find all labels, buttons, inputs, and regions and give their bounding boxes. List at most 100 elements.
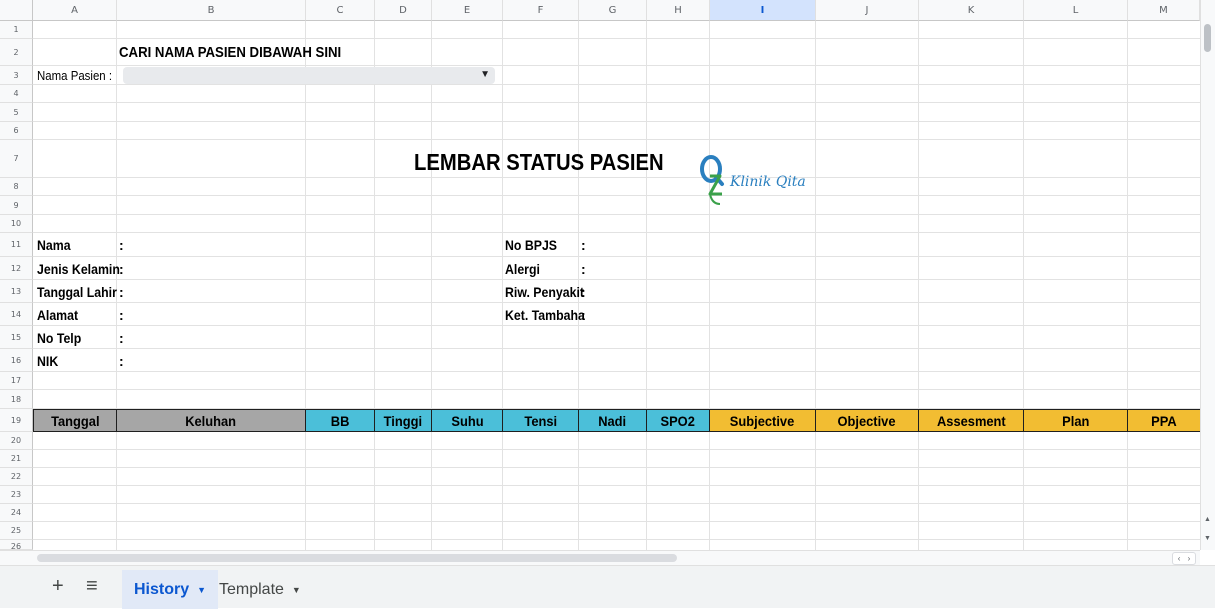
table-header-objective[interactable]: Objective (815, 409, 919, 432)
chevron-down-icon[interactable]: ▼ (292, 585, 301, 595)
table-header-spo2[interactable]: SPO2 (646, 409, 710, 432)
column-header-c[interactable]: C (306, 0, 375, 21)
row-header-9[interactable]: 9 (0, 196, 33, 215)
field-colon: : (581, 237, 586, 253)
row-header-8[interactable]: 8 (0, 178, 33, 196)
table-header-suhu[interactable]: Suhu (431, 409, 503, 432)
grid-line (502, 21, 503, 550)
grid-line (1023, 21, 1024, 550)
row-header-3[interactable]: 3 (0, 66, 33, 85)
column-header-a[interactable]: A (33, 0, 117, 21)
clinic-logo: Klinik Qita (698, 152, 808, 210)
table-header-tinggi[interactable]: Tinggi (374, 409, 432, 432)
row-header-19[interactable]: 19 (0, 409, 33, 432)
row-header-2[interactable]: 2 (0, 39, 33, 66)
select-all-corner[interactable] (0, 0, 33, 21)
row-header-15[interactable]: 15 (0, 326, 33, 349)
row-header-10[interactable]: 10 (0, 215, 33, 233)
table-header-label: BB (330, 412, 350, 429)
vertical-scrollbar[interactable]: ▲ ▼ (1200, 0, 1215, 550)
scroll-left-icon[interactable]: ‹ (1178, 554, 1181, 563)
row-header-1[interactable]: 1 (0, 21, 33, 39)
search-heading: CARI NAMA PASIEN DIBAWAH SINI (119, 44, 342, 61)
row-header-12[interactable]: 12 (0, 257, 33, 280)
row-header-6[interactable]: 6 (0, 122, 33, 140)
scroll-down-icon[interactable]: ▼ (1204, 535, 1211, 542)
row-header-23[interactable]: 23 (0, 486, 33, 504)
horizontal-scroll-thumb[interactable] (37, 554, 677, 562)
table-header-label: Plan (1061, 412, 1090, 429)
field-colon: : (119, 284, 124, 300)
row-header-22[interactable]: 22 (0, 468, 33, 486)
table-header-subjective[interactable]: Subjective (709, 409, 816, 432)
horizontal-scrollbar[interactable]: ‹ › (33, 550, 1200, 565)
grid-line (33, 139, 1200, 140)
column-header-l[interactable]: L (1024, 0, 1128, 21)
row-header-26[interactable]: 26 (0, 540, 33, 550)
patient-name-dropdown[interactable]: ▼ (123, 67, 495, 84)
tab-history[interactable]: History ▼ (122, 570, 219, 609)
scroll-right-icon[interactable]: › (1188, 554, 1191, 563)
row-header-14[interactable]: 14 (0, 303, 33, 326)
tab-label: History (134, 580, 190, 598)
table-header-label: Assesment (936, 412, 1006, 429)
grid-line (33, 177, 1200, 178)
table-header-ppa[interactable]: PPA (1127, 409, 1200, 432)
row-header-16[interactable]: 16 (0, 349, 33, 372)
field-colon: : (119, 307, 124, 323)
column-header-j[interactable]: J (816, 0, 919, 21)
field-label-no-telp: No Telp (37, 330, 82, 346)
table-header-assesment[interactable]: Assesment (918, 409, 1024, 432)
table-header-label: Suhu (450, 412, 484, 429)
row-header-25[interactable]: 25 (0, 522, 33, 540)
row-header-13[interactable]: 13 (0, 280, 33, 303)
chevron-down-icon[interactable]: ▼ (197, 585, 206, 595)
table-header-bb[interactable]: BB (305, 409, 375, 432)
clinic-logo-icon: Klinik Qita (700, 155, 806, 205)
field-colon: : (119, 261, 124, 277)
column-header-i[interactable]: I (710, 0, 816, 21)
column-header-m[interactable]: M (1128, 0, 1200, 21)
grid-line (33, 121, 1200, 122)
column-header-f[interactable]: F (503, 0, 579, 21)
grid-line (33, 279, 1200, 280)
column-header-g[interactable]: G (579, 0, 647, 21)
row-header-7[interactable]: 7 (0, 140, 33, 178)
vertical-scroll-thumb[interactable] (1204, 24, 1211, 52)
field-colon: : (119, 237, 124, 253)
table-header-label: Keluhan (185, 412, 237, 429)
column-header-k[interactable]: K (919, 0, 1024, 21)
column-header-h[interactable]: H (647, 0, 710, 21)
column-header-e[interactable]: E (432, 0, 503, 21)
row-header-5[interactable]: 5 (0, 103, 33, 122)
grid-line (33, 256, 1200, 257)
row-header-21[interactable]: 21 (0, 450, 33, 468)
scroll-arrows[interactable]: ‹ › (1172, 552, 1196, 565)
field-label-no-bpjs: No BPJS (505, 237, 558, 253)
add-sheet-icon[interactable]: + (52, 575, 64, 598)
field-colon: : (581, 307, 586, 323)
grid-line (646, 21, 647, 550)
row-header-24[interactable]: 24 (0, 504, 33, 522)
column-header-b[interactable]: B (117, 0, 306, 21)
all-sheets-menu-icon[interactable]: ≡ (86, 575, 98, 598)
patient-name-label: Nama Pasien : (37, 68, 113, 83)
table-header-keluhan[interactable]: Keluhan (116, 409, 306, 432)
row-header-4[interactable]: 4 (0, 85, 33, 103)
tab-template[interactable]: Template ▼ (207, 570, 313, 609)
scroll-up-icon[interactable]: ▲ (1204, 516, 1211, 523)
table-header-nadi[interactable]: Nadi (578, 409, 647, 432)
field-colon: : (581, 284, 586, 300)
grid-line (918, 21, 919, 550)
column-header-d[interactable]: D (375, 0, 432, 21)
table-header-tensi[interactable]: Tensi (502, 409, 579, 432)
field-label-tanggal-lahir: Tanggal Lahir (37, 284, 117, 300)
row-header-17[interactable]: 17 (0, 372, 33, 390)
table-header-tanggal[interactable]: Tanggal (33, 409, 117, 432)
grid-line (33, 195, 1200, 196)
row-header-18[interactable]: 18 (0, 390, 33, 409)
row-header-11[interactable]: 11 (0, 233, 33, 257)
row-header-20[interactable]: 20 (0, 432, 33, 450)
grid-line (431, 21, 432, 550)
table-header-plan[interactable]: Plan (1023, 409, 1128, 432)
